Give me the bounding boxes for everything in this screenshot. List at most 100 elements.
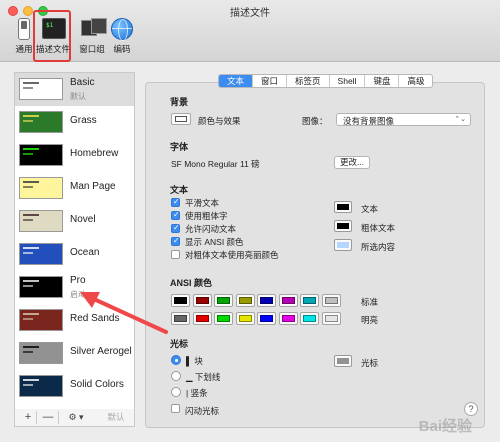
profile-thumbnail xyxy=(19,342,63,364)
ansi-normal-color-well[interactable] xyxy=(192,294,212,307)
select-arrows-icon: ⌃⌄ xyxy=(454,116,466,123)
font-value: SF Mono Regular 11 磅 xyxy=(171,159,260,169)
profile-thumbnail xyxy=(19,309,63,331)
ansi-bright-color-well[interactable] xyxy=(214,312,233,325)
text-option-checkbox[interactable] xyxy=(171,210,180,220)
profile-name: Solid Colors xyxy=(70,379,124,390)
profile-list-item[interactable]: Grass xyxy=(15,106,134,139)
tab-5[interactable]: 高级 xyxy=(399,75,432,87)
toolbar-encodings-label: 编码 xyxy=(113,44,131,54)
ansi-bright-color-well[interactable] xyxy=(300,312,319,325)
background-color-button[interactable] xyxy=(171,113,191,125)
switch-icon xyxy=(13,18,35,40)
text-option-label: 对粗体文本使用亮丽颜色 xyxy=(185,250,279,260)
text-option-label: 使用粗体字 xyxy=(185,211,228,221)
ansi-normal-color-well[interactable] xyxy=(214,294,233,307)
ansi-bright-color-well[interactable] xyxy=(257,312,276,325)
text-color-well[interactable] xyxy=(334,201,352,213)
profile-thumbnail xyxy=(19,177,63,199)
profile-list-item[interactable]: Silver Aerogel xyxy=(15,337,134,370)
text-color-well[interactable] xyxy=(334,239,352,251)
profile-name: Man Page xyxy=(70,181,116,192)
ansi-bright-color-well[interactable] xyxy=(235,312,255,325)
help-button[interactable]: ? xyxy=(464,402,478,416)
tab-4[interactable]: 键盘 xyxy=(365,75,400,87)
tab-1[interactable]: 窗口 xyxy=(253,75,288,87)
profiles-list-toolbar: + — ⚙ ▾ 默认 xyxy=(14,409,135,427)
ansi-section-title: ANSI 颜色 xyxy=(170,278,213,288)
text-option-checkbox[interactable] xyxy=(171,250,180,259)
change-font-button[interactable]: 更改... xyxy=(334,156,370,169)
ansi-normal-color-well[interactable] xyxy=(257,294,276,307)
profile-subtitle: 启动 xyxy=(70,290,86,299)
text-color-label: 文本 xyxy=(361,204,379,214)
profile-subtitle: 默认 xyxy=(70,92,86,101)
profile-thumbnail xyxy=(19,78,63,100)
background-section-title: 背景 xyxy=(170,97,189,107)
blink-cursor-checkbox[interactable] xyxy=(171,404,180,413)
profile-list-item[interactable]: Solid Colors xyxy=(15,370,134,403)
preferences-window: 描述文件 通用 $1 描述文件 窗口组 编码 Basic 默认 Grass Homeb… xyxy=(0,0,500,442)
watermark: Bai经验 xyxy=(418,418,472,435)
ansi-bright-color-well[interactable] xyxy=(321,312,341,325)
profile-name: Basic xyxy=(70,77,95,88)
text-color-well[interactable] xyxy=(334,220,352,232)
text-section-title: 文本 xyxy=(170,185,189,195)
text-option-label: 平滑文本 xyxy=(185,198,220,208)
ansi-normal-color-well[interactable] xyxy=(321,294,341,307)
profiles-list[interactable]: Basic 默认 Grass Homebrew Man Page Novel Ocean Pr… xyxy=(14,72,135,410)
profile-name: Red Sands xyxy=(70,313,120,324)
cursor-style-radio[interactable] xyxy=(171,355,181,365)
annotation-highlight-box xyxy=(33,10,71,62)
profile-thumbnail xyxy=(19,375,63,397)
ansi-normal-label: 标准 xyxy=(361,297,379,307)
profile-name: Ocean xyxy=(70,247,100,258)
text-option-checkbox[interactable] xyxy=(171,197,180,207)
cursor-style-label: | 竖条 xyxy=(186,388,208,398)
profile-list-item[interactable]: Novel xyxy=(15,205,134,238)
text-option-checkbox[interactable] xyxy=(171,223,180,233)
ansi-normal-color-well[interactable] xyxy=(235,294,255,307)
font-section-title: 字体 xyxy=(170,142,189,152)
ansi-normal-color-well[interactable] xyxy=(171,294,190,307)
globe-icon xyxy=(111,18,133,41)
ansi-bright-label: 明亮 xyxy=(361,315,379,325)
background-image-label: 图像： xyxy=(302,116,328,126)
set-default-button[interactable]: 默认 xyxy=(101,411,131,424)
profile-list-item[interactable]: Red Sands xyxy=(15,304,134,337)
cursor-style-label: ▁ 下划线 xyxy=(186,372,221,382)
ansi-bright-color-well[interactable] xyxy=(171,312,190,325)
profile-thumbnail xyxy=(19,276,63,298)
profile-list-item[interactable]: Homebrew xyxy=(15,139,134,172)
toolbar-encodings-button[interactable]: 编码 xyxy=(104,18,140,60)
titlebar: 描述文件 通用 $1 描述文件 窗口组 编码 xyxy=(0,0,500,62)
profile-name: Novel xyxy=(70,214,96,225)
ansi-normal-color-well[interactable] xyxy=(300,294,319,307)
cursor-style-radio[interactable] xyxy=(171,387,181,397)
profile-thumbnail xyxy=(19,111,63,133)
text-option-checkbox[interactable] xyxy=(171,236,180,246)
tab-bar: 文本 窗口 标签页 Shell 键盘 高级 xyxy=(218,74,434,88)
ansi-bright-color-well[interactable] xyxy=(192,312,212,325)
gear-menu-button[interactable]: ⚙ ▾ xyxy=(65,411,87,424)
profile-name: Silver Aerogel xyxy=(70,346,132,357)
tab-0[interactable]: 文本 xyxy=(219,75,254,87)
background-color-label: 颜色与效果 xyxy=(198,116,241,126)
add-profile-button[interactable]: + xyxy=(21,411,35,424)
background-image-value: 没有背景图像 xyxy=(343,116,395,126)
ansi-normal-color-well[interactable] xyxy=(278,294,298,307)
cursor-color-well[interactable] xyxy=(334,355,352,367)
background-image-select[interactable]: 没有背景图像 ⌃⌄ xyxy=(336,113,471,126)
window-title: 描述文件 xyxy=(230,8,270,19)
remove-profile-button[interactable]: — xyxy=(41,411,55,424)
profile-list-item[interactable]: Pro 启动 xyxy=(15,271,134,304)
cursor-style-radio[interactable] xyxy=(171,371,181,381)
cursor-color-label: 光标 xyxy=(361,358,379,368)
tab-3[interactable]: Shell xyxy=(330,75,366,87)
text-option-label: 允许闪动文本 xyxy=(185,224,237,234)
profile-list-item[interactable]: Man Page xyxy=(15,172,134,205)
profile-list-item[interactable]: Basic 默认 xyxy=(15,73,134,106)
tab-2[interactable]: 标签页 xyxy=(287,75,330,87)
ansi-bright-color-well[interactable] xyxy=(278,312,298,325)
profile-list-item[interactable]: Ocean xyxy=(15,238,134,271)
